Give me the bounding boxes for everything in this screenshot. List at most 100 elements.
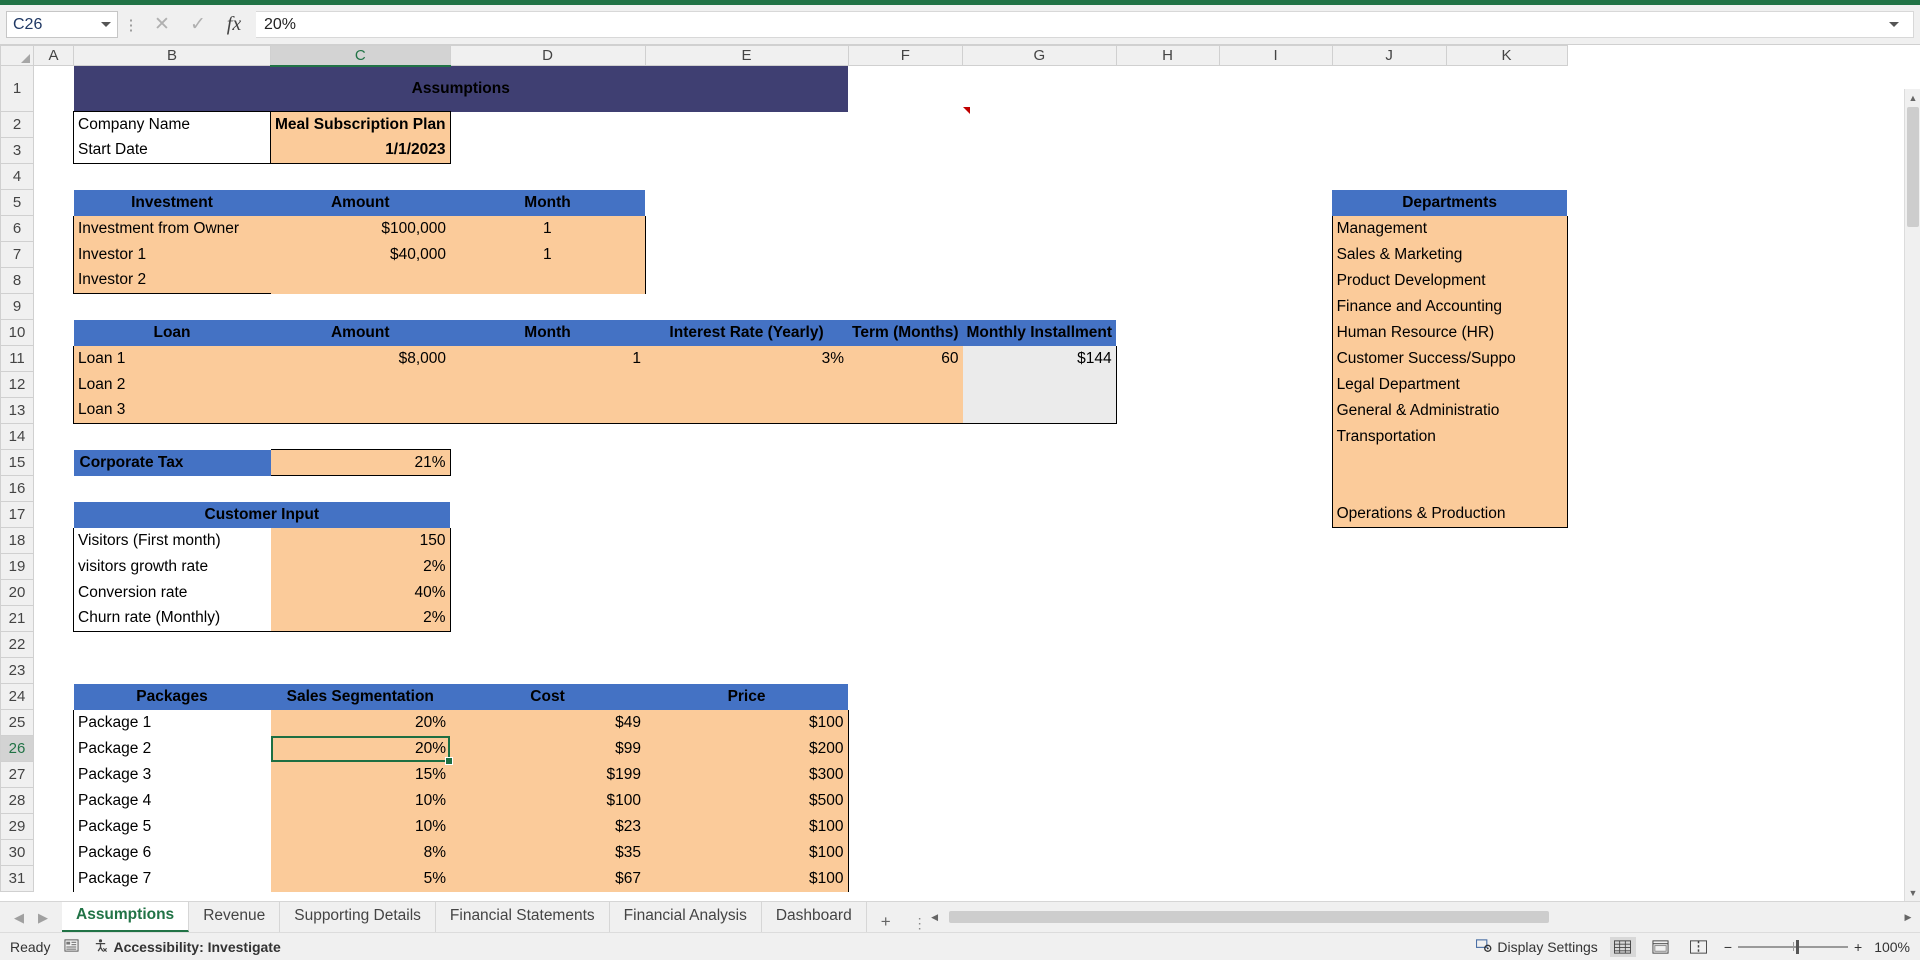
package-row-segmentation[interactable]: 8% [270, 839, 451, 866]
row-header-8[interactable]: 8 [0, 267, 34, 294]
chevron-down-icon[interactable] [101, 22, 111, 27]
row-header-4[interactable]: 4 [0, 163, 34, 190]
package-row-segmentation[interactable]: 5% [270, 865, 451, 892]
investment-row-label[interactable]: Investor 2 [73, 267, 271, 294]
customer-input-value[interactable]: 2% [270, 553, 451, 580]
row-header-30[interactable]: 30 [0, 839, 34, 866]
package-row-label[interactable]: Package 5 [73, 813, 271, 840]
column-header-C[interactable]: C [270, 45, 451, 67]
department-item[interactable]: Operations & Production [1331, 501, 1568, 528]
row-header-22[interactable]: 22 [0, 631, 34, 658]
row-header-26[interactable]: 26 [0, 735, 34, 762]
row-header-9[interactable]: 9 [0, 293, 34, 320]
column-header-B[interactable]: B [73, 45, 271, 66]
scroll-up-icon[interactable]: ▲ [1905, 89, 1920, 106]
row-header-3[interactable]: 3 [0, 137, 34, 164]
column-header-I[interactable]: I [1218, 45, 1333, 66]
row-header-28[interactable]: 28 [0, 787, 34, 814]
name-box[interactable]: C26 [6, 11, 118, 38]
row-header-17[interactable]: 17 [0, 501, 34, 528]
package-row-cost[interactable]: $199 [450, 761, 646, 788]
investment-row-label[interactable]: Investment from Owner [73, 215, 271, 242]
customer-input-label[interactable]: Visitors (First month) [73, 527, 271, 554]
record-macro-icon[interactable] [64, 938, 79, 956]
row-header-7[interactable]: 7 [0, 241, 34, 268]
row-header-15[interactable]: 15 [0, 449, 34, 476]
package-row-cost[interactable]: $49 [450, 709, 646, 736]
customer-input-label[interactable]: visitors growth rate [73, 553, 271, 580]
vertical-scroll-thumb[interactable] [1907, 107, 1919, 227]
zoom-out-button[interactable]: − [1724, 939, 1732, 955]
row-header-24[interactable]: 24 [0, 683, 34, 710]
add-sheet-button[interactable]: + [867, 912, 905, 932]
package-row-price[interactable]: $100 [645, 709, 849, 736]
loan-row-interest-rate[interactable] [645, 371, 849, 398]
package-row-cost[interactable]: $100 [450, 787, 646, 814]
loan-row-term[interactable] [848, 371, 963, 398]
column-header-E[interactable]: E [644, 45, 849, 66]
accessibility-status[interactable]: Accessibility: Investigate [93, 938, 281, 956]
column-header-D[interactable]: D [449, 45, 646, 66]
loan-row-interest-rate[interactable]: 3% [645, 345, 849, 372]
package-row-label[interactable]: Package 3 [73, 761, 271, 788]
row-header-5[interactable]: 5 [0, 189, 34, 216]
scroll-down-icon[interactable]: ▼ [1905, 884, 1920, 901]
investment-row-amount[interactable]: $40,000 [270, 241, 451, 268]
row-header-16[interactable]: 16 [0, 475, 34, 502]
check-icon[interactable]: ✓ [180, 11, 216, 38]
tab-financial-analysis[interactable]: Financial Analysis [610, 902, 762, 932]
tab-financial-statements[interactable]: Financial Statements [436, 902, 610, 932]
department-item[interactable]: General & Administratio [1331, 397, 1568, 424]
horizontal-scroll-thumb[interactable] [948, 911, 1549, 923]
package-row-label[interactable]: Package 6 [73, 839, 271, 866]
tab-assumptions[interactable]: Assumptions [62, 902, 190, 932]
investment-row-month[interactable]: 1 [450, 215, 646, 242]
start-date-value[interactable]: 1/1/2023 [270, 137, 451, 164]
loan-row-month[interactable] [450, 371, 646, 398]
formula-bar-grip[interactable]: ⋮ [122, 16, 140, 34]
hscroll-track[interactable] [942, 910, 1900, 924]
chevron-down-icon[interactable] [1889, 22, 1899, 27]
department-item[interactable] [1331, 449, 1568, 476]
select-all-corner[interactable] [0, 45, 34, 66]
row-header-29[interactable]: 29 [0, 813, 34, 840]
package-row-price[interactable]: $200 [645, 735, 849, 762]
customer-input-label[interactable]: Conversion rate [73, 579, 271, 606]
investment-row-label[interactable]: Investor 1 [73, 241, 271, 268]
row-header-20[interactable]: 20 [0, 579, 34, 606]
customer-input-value[interactable]: 40% [270, 579, 451, 606]
row-header-21[interactable]: 21 [0, 605, 34, 632]
department-item[interactable]: Customer Success/Suppo [1331, 345, 1568, 372]
column-header-F[interactable]: F [847, 45, 964, 66]
department-item[interactable]: Sales & Marketing [1331, 241, 1568, 268]
loan-row-month[interactable] [450, 397, 646, 424]
company-name-label[interactable]: Company Name [73, 111, 271, 138]
zoom-track[interactable] [1738, 939, 1848, 954]
zoom-slider[interactable]: − + [1724, 939, 1862, 955]
row-header-31[interactable]: 31 [0, 865, 34, 892]
investment-row-month[interactable] [450, 267, 646, 294]
package-row-price[interactable]: $100 [645, 865, 849, 892]
package-row-segmentation[interactable]: 20% [270, 709, 451, 736]
normal-view-icon[interactable] [1609, 936, 1636, 957]
package-row-segmentation[interactable]: 15% [270, 761, 451, 788]
hscroll-left-icon[interactable]: ◀ [927, 912, 943, 923]
package-row-price[interactable]: $100 [645, 839, 849, 866]
loan-row-label[interactable]: Loan 2 [73, 371, 271, 398]
row-header-18[interactable]: 18 [0, 527, 34, 554]
column-header-K[interactable]: K [1445, 45, 1568, 66]
package-row-price[interactable]: $300 [645, 761, 849, 788]
department-item[interactable] [1331, 475, 1568, 502]
chevron-right-icon[interactable]: ▶ [38, 910, 48, 926]
hscroll-right-icon[interactable]: ▶ [1900, 912, 1916, 923]
row-header-23[interactable]: 23 [0, 657, 34, 684]
tab-supporting-details[interactable]: Supporting Details [280, 902, 436, 932]
package-row-label[interactable]: Package 1 [73, 709, 271, 736]
loan-row-amount[interactable] [270, 371, 451, 398]
zoom-in-button[interactable]: + [1854, 939, 1862, 955]
start-date-label[interactable]: Start Date [73, 137, 271, 164]
package-row-segmentation[interactable]: 10% [270, 813, 451, 840]
department-item[interactable]: Finance and Accounting [1331, 293, 1568, 320]
package-row-cost[interactable]: $35 [450, 839, 646, 866]
tab-dashboard[interactable]: Dashboard [762, 902, 867, 932]
